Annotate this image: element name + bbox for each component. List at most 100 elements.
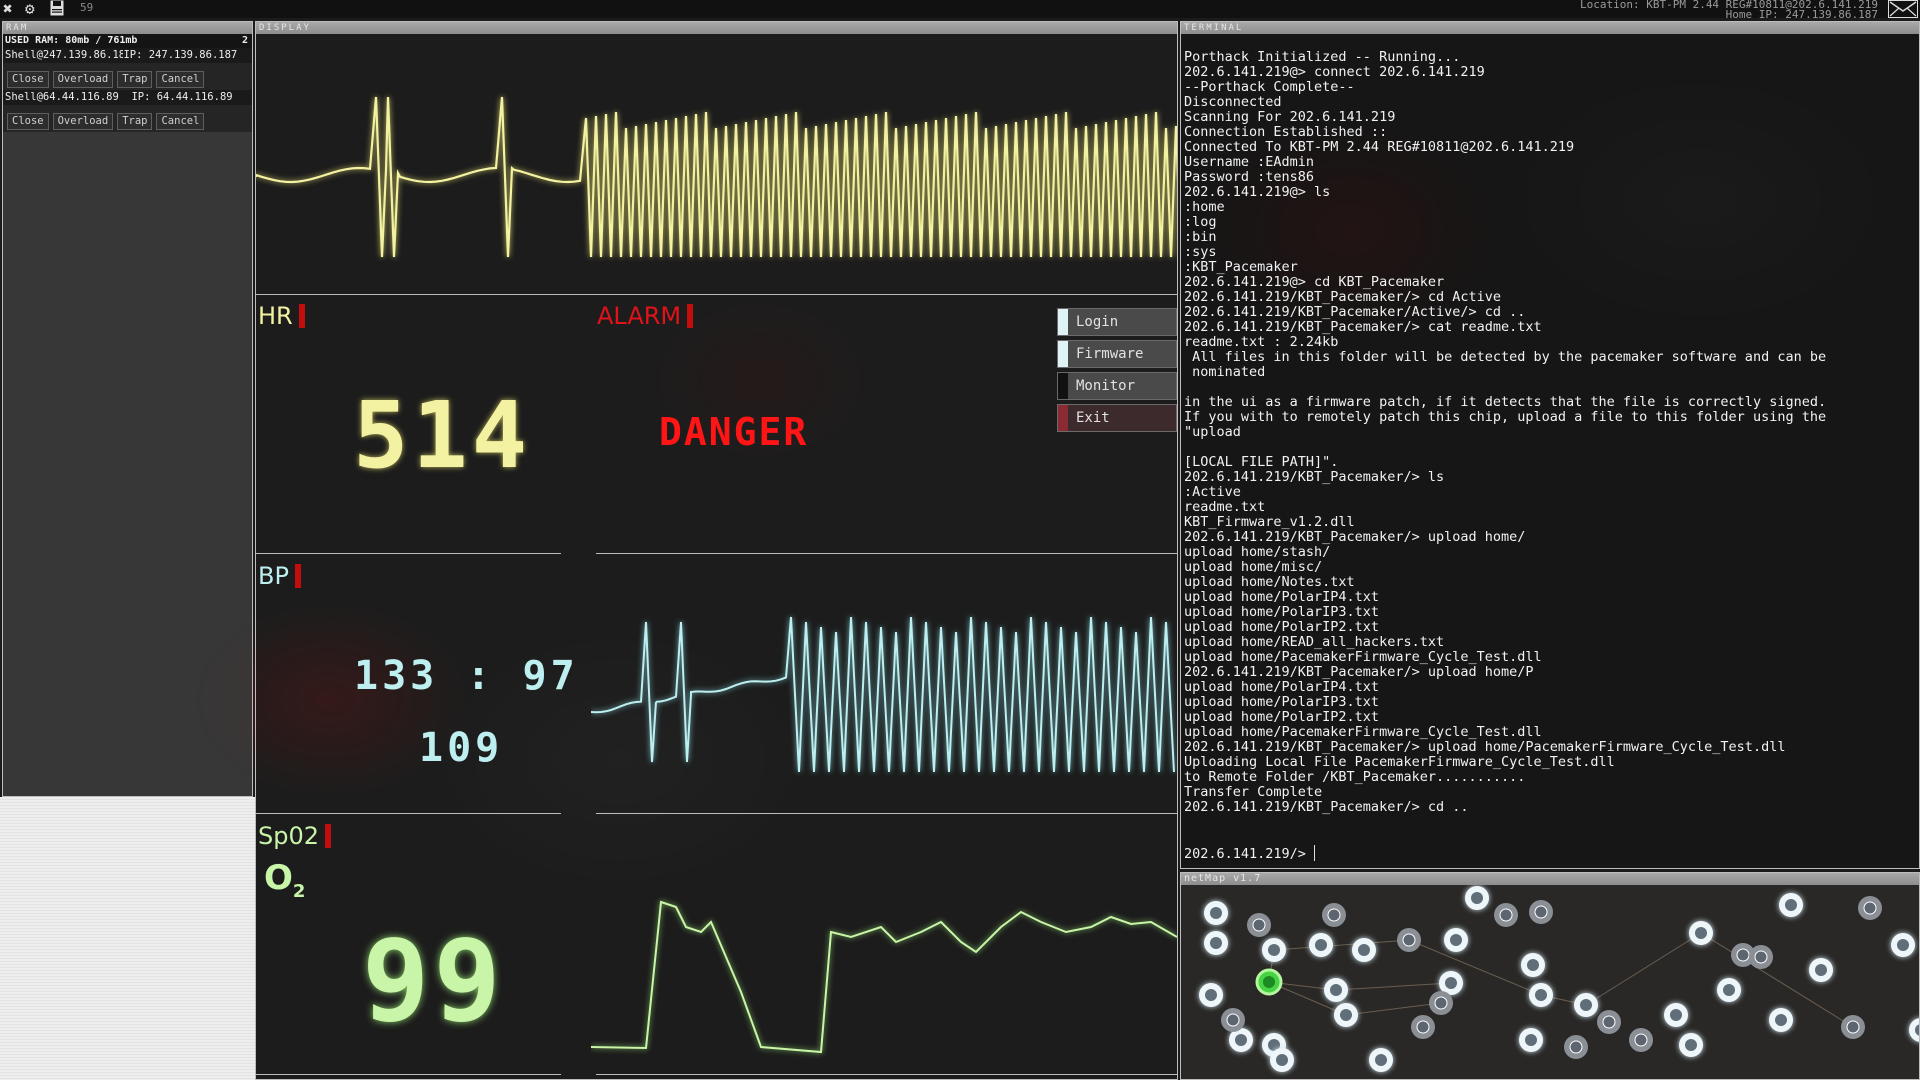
terminal-line: upload home/PolarIP2.txt	[1184, 709, 1380, 725]
menu-label: Monitor	[1076, 378, 1136, 394]
netmap-node[interactable]	[1689, 921, 1713, 945]
alert-marker	[294, 564, 301, 588]
alarm-label: ALARM	[597, 302, 694, 330]
trap-button[interactable]: Trap	[117, 113, 153, 130]
mail-icon[interactable]	[1888, 0, 1918, 18]
shell-name: Shell@247.139.86.187	[5, 49, 132, 61]
netmap-panel-title: netMap v1.7	[1181, 873, 1919, 885]
netmap-node[interactable]	[1564, 1035, 1588, 1059]
divider	[256, 813, 561, 814]
netmap-node[interactable]	[1858, 896, 1882, 920]
netmap-node[interactable]	[1529, 983, 1553, 1007]
close-shell-button[interactable]: Close	[7, 71, 49, 88]
netmap-node[interactable]	[1891, 933, 1915, 957]
login-button[interactable]: Login	[1057, 308, 1177, 336]
netmap-node[interactable]	[1519, 1028, 1543, 1052]
shell-info: Shell@247.139.86.187IP: 247.139.86.187	[3, 48, 252, 63]
terminal-line: Connection Established ::	[1184, 124, 1388, 140]
bp-mean: 109	[419, 725, 504, 771]
netmap-home-node[interactable]	[1255, 968, 1283, 996]
gear-icon[interactable]: ⚙	[25, 0, 35, 18]
terminal-line: upload home/PolarIP4.txt	[1184, 679, 1380, 695]
terminal-line: All files in this folder will be detecte…	[1184, 349, 1827, 365]
overload-button[interactable]: Overload	[52, 71, 114, 88]
terminal-line: readme.txt : 2.24kb	[1184, 334, 1339, 350]
netmap-node[interactable]	[1334, 1003, 1358, 1027]
netmap-node[interactable]	[1769, 1008, 1793, 1032]
terminal-output: Porthack Initialized -- Running... 202.6.…	[1184, 50, 1919, 815]
netmap-node[interactable]	[1397, 928, 1421, 952]
netmap-node[interactable]	[1204, 901, 1228, 925]
terminal-line: [LOCAL FILE PATH]".	[1184, 454, 1339, 470]
hr-value: 514	[353, 382, 532, 489]
netmap-link	[1585, 932, 1702, 1006]
divider	[256, 294, 1177, 295]
netmap-node[interactable]	[1809, 958, 1833, 982]
netmap-node[interactable]	[1465, 886, 1489, 910]
netmap-node[interactable]	[1221, 1008, 1245, 1032]
save-icon[interactable]	[50, 0, 64, 18]
netmap-node[interactable]	[1429, 991, 1453, 1015]
terminal-prompt[interactable]: 202.6.141.219/>	[1184, 845, 1315, 862]
shell-process: Shell@64.44.116.89 IP: 64.44.116.89 Clos…	[3, 90, 252, 132]
terminal-line: Disconnected	[1184, 94, 1282, 110]
netmap-node[interactable]	[1529, 900, 1553, 924]
netmap-node[interactable]	[1909, 1018, 1919, 1042]
netmap-node[interactable]	[1494, 903, 1518, 927]
netmap-node[interactable]	[1841, 1015, 1865, 1039]
netmap-node[interactable]	[1411, 1015, 1435, 1039]
cancel-button[interactable]: Cancel	[156, 71, 205, 88]
netmap-node[interactable]	[1324, 978, 1348, 1002]
terminal-line: :bin	[1184, 229, 1217, 245]
terminal-line: in the ui as a firmware patch, if it det…	[1184, 394, 1827, 410]
shell-info: Shell@64.44.116.89 IP: 64.44.116.89	[3, 90, 252, 105]
netmap-node[interactable]	[1309, 933, 1333, 957]
terminal-line: 202.6.141.219@> ls	[1184, 184, 1331, 200]
monitor-button[interactable]: Monitor	[1057, 372, 1177, 400]
netmap-node[interactable]	[1664, 1003, 1688, 1027]
close-icon[interactable]: ✖	[3, 0, 13, 18]
netmap-node[interactable]	[1369, 1048, 1393, 1072]
netmap-node[interactable]	[1444, 928, 1468, 952]
o2-symbol: O2	[264, 858, 305, 902]
netmap-node[interactable]	[1322, 903, 1346, 927]
terminal-line: readme.txt	[1184, 499, 1266, 515]
overload-button[interactable]: Overload	[52, 113, 114, 130]
trap-button[interactable]: Trap	[117, 71, 153, 88]
spo2-waveform	[591, 900, 1177, 1054]
netmap-node[interactable]	[1352, 938, 1376, 962]
netmap-node[interactable]	[1204, 931, 1228, 955]
netmap-node[interactable]	[1262, 938, 1286, 962]
divider	[596, 1074, 1177, 1075]
terminal-line: KBT_Firmware_v1.2.dll	[1184, 514, 1355, 530]
menu-swatch	[1058, 341, 1068, 367]
cancel-button[interactable]: Cancel	[156, 113, 205, 130]
netmap-node[interactable]	[1749, 945, 1773, 969]
terminal-line: 202.6.141.219/KBT_Pacemaker/> cd ..	[1184, 799, 1469, 815]
terminal-line: 202.6.141.219/KBT_Pacemaker/> upload hom…	[1184, 664, 1534, 680]
exit-button[interactable]: Exit	[1057, 404, 1177, 432]
netmap-node[interactable]	[1199, 983, 1223, 1007]
netmap-node[interactable]	[1779, 893, 1803, 917]
netmap-node[interactable]	[1679, 1033, 1703, 1057]
terminal-line: upload home/stash/	[1184, 544, 1331, 560]
netmap-node[interactable]	[1629, 1028, 1653, 1052]
shell-ip: IP: 247.139.86.187	[123, 49, 238, 61]
terminal-line: to Remote Folder /KBT_Pacemaker.........…	[1184, 769, 1526, 785]
netmap-node[interactable]	[1597, 1010, 1621, 1034]
firmware-button[interactable]: Firmware	[1057, 340, 1177, 368]
divider	[256, 553, 561, 554]
terminal-line: upload home/PolarIP3.txt	[1184, 604, 1380, 620]
terminal-line: upload home/PolarIP4.txt	[1184, 589, 1380, 605]
netmap-link	[1408, 939, 1542, 996]
netmap-node[interactable]	[1270, 1048, 1294, 1072]
netmap-node[interactable]	[1574, 993, 1598, 1017]
close-shell-button[interactable]: Close	[7, 113, 49, 130]
netmap-node[interactable]	[1247, 913, 1271, 937]
netmap-node[interactable]	[1521, 953, 1545, 977]
display-panel: DISPLAY HR 514 ALARM DANGER BP 133 : 97 …	[255, 21, 1178, 1080]
netmap-link	[1273, 939, 1410, 951]
menu-swatch	[1058, 373, 1068, 399]
netmap-node[interactable]	[1717, 978, 1741, 1002]
